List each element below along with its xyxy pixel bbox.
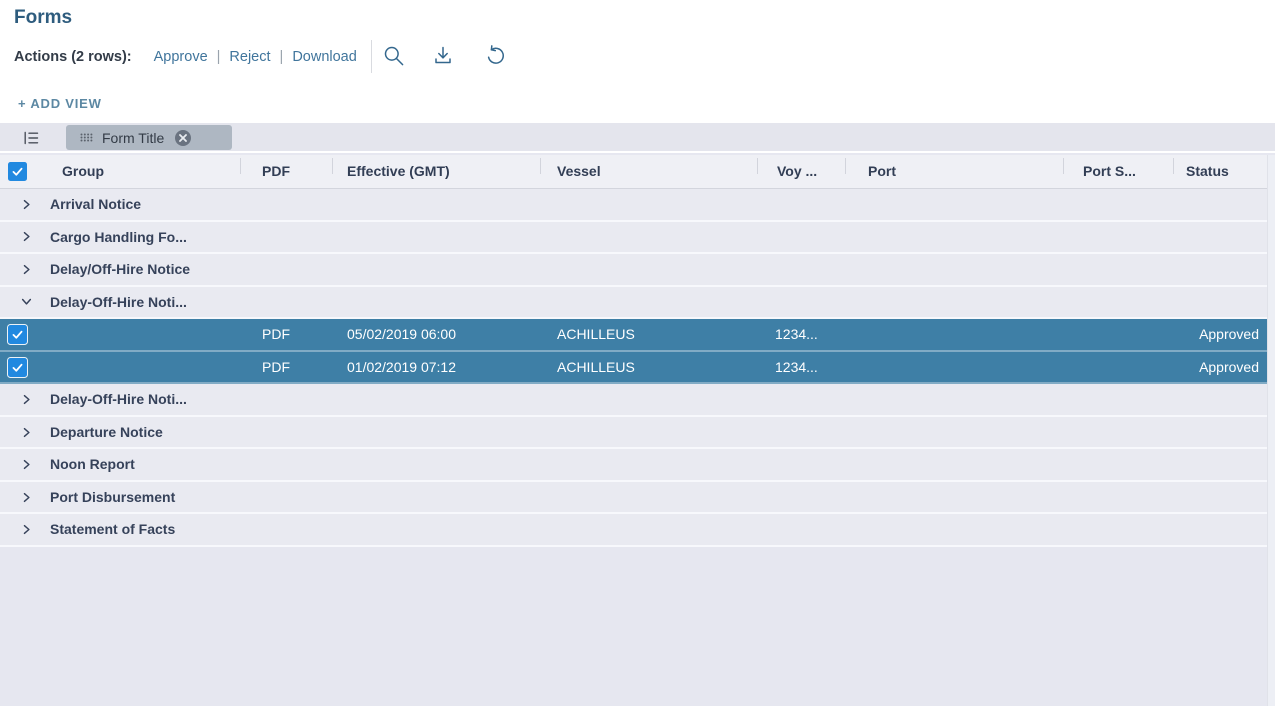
group-row[interactable]: Cargo Handling Fo... <box>0 222 1267 255</box>
group-row-label: Port Disbursement <box>50 482 175 513</box>
group-row-label: Delay-Off-Hire Noti... <box>50 287 187 318</box>
group-row[interactable]: Departure Notice <box>0 417 1267 450</box>
approve-action[interactable]: Approve <box>154 49 208 65</box>
forms-page: Forms Actions (2 rows): Approve | Reject | D… <box>0 0 1275 706</box>
scrollbar-track[interactable] <box>1267 155 1275 706</box>
chevron-icon[interactable] <box>19 393 33 407</box>
column-header-vessel[interactable]: Vessel <box>557 155 601 188</box>
column-divider <box>540 158 541 174</box>
vessel-cell: ACHILLEUS <box>557 319 635 350</box>
column-divider <box>845 158 846 174</box>
effective-cell: 05/02/2019 06:00 <box>347 319 456 350</box>
toolbar-divider <box>371 40 372 73</box>
status-cell: Approved <box>1199 319 1259 350</box>
group-row-label: Delay-Off-Hire Noti... <box>50 384 187 415</box>
column-divider <box>332 158 333 174</box>
row-checkbox[interactable] <box>8 358 27 377</box>
form-row[interactable]: PDF 01/02/2019 07:12 ACHILLEUS 1234... A… <box>0 352 1267 385</box>
group-row-label: Cargo Handling Fo... <box>50 222 187 253</box>
group-by-icon[interactable] <box>22 129 40 147</box>
column-header-effective[interactable]: Effective (GMT) <box>347 155 450 188</box>
group-row-label: Departure Notice <box>50 417 163 448</box>
select-all-checkbox[interactable] <box>8 162 27 181</box>
column-divider <box>1173 158 1174 174</box>
column-divider <box>1063 158 1064 174</box>
actions-count-label: Actions (2 rows): <box>14 49 132 65</box>
chevron-icon[interactable] <box>19 458 33 472</box>
reject-action[interactable]: Reject <box>229 49 270 65</box>
form-row[interactable]: PDF 05/02/2019 06:00 ACHILLEUS 1234... A… <box>0 319 1267 352</box>
group-chip-form-title[interactable]: Form Title <box>66 125 232 150</box>
group-row[interactable]: Port Disbursement <box>0 482 1267 515</box>
chevron-icon[interactable] <box>19 230 33 244</box>
voyage-cell: 1234... <box>775 319 818 350</box>
table-header: Group PDF Effective (GMT) Vessel Voy ...… <box>0 155 1267 189</box>
group-by-bar: Form Title <box>0 123 1275 153</box>
column-header-group[interactable]: Group <box>62 155 104 188</box>
vessel-cell: ACHILLEUS <box>557 352 635 383</box>
pdf-link[interactable]: PDF <box>262 319 290 350</box>
status-cell: Approved <box>1199 352 1259 383</box>
group-row-label: Noon Report <box>50 449 135 480</box>
search-icon[interactable] <box>381 43 407 69</box>
column-divider <box>240 158 241 174</box>
group-row[interactable]: Noon Report <box>0 449 1267 482</box>
group-row[interactable]: Delay-Off-Hire Noti... <box>0 384 1267 417</box>
column-header-pdf[interactable]: PDF <box>262 155 290 188</box>
column-header-status[interactable]: Status <box>1186 155 1229 188</box>
chevron-icon[interactable] <box>19 425 33 439</box>
group-row-label: Arrival Notice <box>50 189 141 220</box>
action-links: Approve | Reject | Download <box>154 49 357 65</box>
chevron-icon[interactable] <box>19 262 33 276</box>
column-header-port-state[interactable]: Port S... <box>1083 155 1136 188</box>
action-separator: | <box>217 49 221 65</box>
remove-group-icon[interactable] <box>175 130 191 146</box>
download-icon[interactable] <box>430 43 456 69</box>
group-row[interactable]: Delay/Off-Hire Notice <box>0 254 1267 287</box>
actions-toolbar: Actions (2 rows): Approve | Reject | Downloa… <box>14 45 357 69</box>
forms-table: Form Title Group PDF Effective (GMT) Ves… <box>0 123 1275 706</box>
chevron-icon[interactable] <box>19 197 33 211</box>
group-row-label: Statement of Facts <box>50 514 175 545</box>
pdf-link[interactable]: PDF <box>262 352 290 383</box>
page-title: Forms <box>14 7 72 29</box>
column-header-port[interactable]: Port <box>868 155 896 188</box>
group-row[interactable]: Delay-Off-Hire Noti... <box>0 287 1267 320</box>
chevron-icon[interactable] <box>19 295 33 309</box>
group-chip-label: Form Title <box>102 130 164 146</box>
row-checkbox[interactable] <box>8 325 27 344</box>
add-view-button[interactable]: + ADD VIEW <box>18 96 102 111</box>
download-action[interactable]: Download <box>292 49 357 65</box>
chevron-icon[interactable] <box>19 523 33 537</box>
action-separator: | <box>280 49 284 65</box>
group-row[interactable]: Arrival Notice <box>0 189 1267 222</box>
group-row-label: Delay/Off-Hire Notice <box>50 254 190 285</box>
undo-icon[interactable] <box>483 43 509 69</box>
group-row[interactable]: Statement of Facts <box>0 514 1267 547</box>
effective-cell: 01/02/2019 07:12 <box>347 352 456 383</box>
column-header-voyage[interactable]: Voy ... <box>777 155 817 188</box>
voyage-cell: 1234... <box>775 352 818 383</box>
drag-handle-icon[interactable] <box>80 133 93 142</box>
column-divider <box>757 158 758 174</box>
chevron-icon[interactable] <box>19 490 33 504</box>
table-body: Arrival Notice Cargo Handling Fo... Dela… <box>0 189 1267 547</box>
